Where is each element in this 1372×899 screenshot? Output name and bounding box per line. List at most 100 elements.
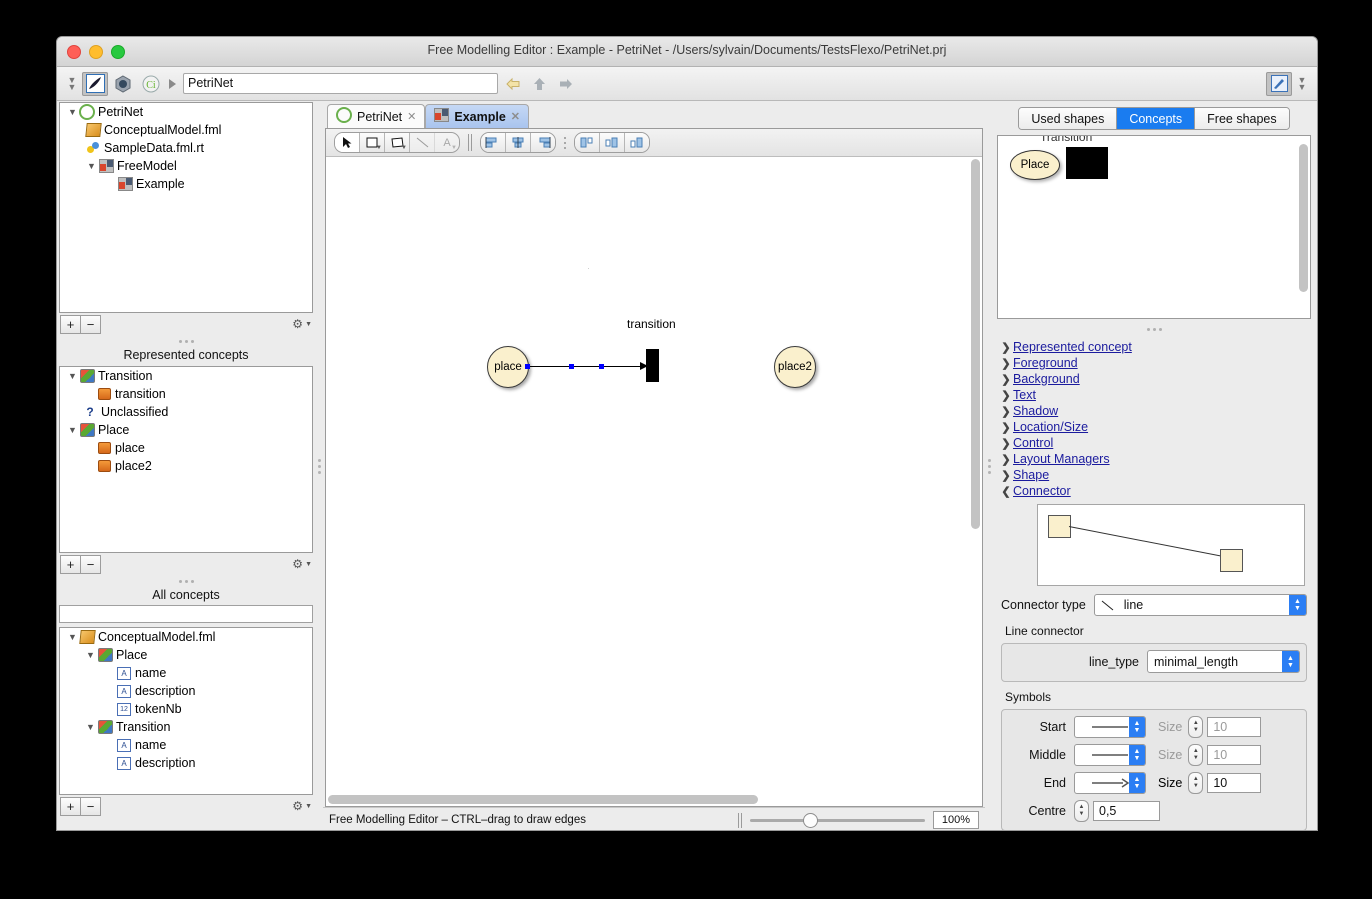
scrollbar-thumb[interactable] xyxy=(328,795,758,804)
tree-row[interactable]: ? Unclassified xyxy=(60,403,312,421)
twisty-down-icon[interactable]: ▼ xyxy=(84,722,97,732)
twisty-down-icon[interactable]: ▼ xyxy=(66,107,79,117)
remove-button[interactable]: − xyxy=(80,796,101,816)
section-shadow[interactable]: ❯ Shadow xyxy=(999,403,1313,419)
tree-row[interactable]: ConceptualModel.fml xyxy=(60,121,312,139)
add-button[interactable]: + xyxy=(60,554,81,574)
remove-button[interactable]: − xyxy=(80,314,101,334)
tree-row[interactable]: place2 xyxy=(60,457,312,475)
connector-type-select[interactable]: line ▲ ▼ xyxy=(1093,594,1307,616)
add-button[interactable]: + xyxy=(60,314,81,334)
section-connector[interactable]: ❮ Connector xyxy=(999,483,1313,499)
symbol-start-select[interactable]: ▲ ▼ xyxy=(1074,716,1146,738)
forward-arrow-icon[interactable] xyxy=(554,73,576,95)
gear-icon[interactable]: ⚙ ▼ xyxy=(292,317,312,331)
tree-row[interactable]: ▼ Transition xyxy=(60,718,312,736)
gear-icon[interactable]: ⚙ ▼ xyxy=(292,799,312,813)
section-background[interactable]: ❯ Background xyxy=(999,371,1313,387)
close-icon[interactable]: ✕ xyxy=(407,110,416,123)
right-vertical-splitter[interactable] xyxy=(985,101,993,830)
concept-icon[interactable]: Ci xyxy=(138,72,164,96)
inspector-splitter[interactable] xyxy=(995,323,1313,335)
symbol-end-select[interactable]: ▲ ▼ xyxy=(1074,772,1146,794)
section-label[interactable]: Represented concept xyxy=(1013,340,1132,354)
section-label[interactable]: Foreground xyxy=(1013,356,1078,370)
rectangle-icon[interactable]: ▼ xyxy=(360,133,385,152)
tree-row[interactable]: Example xyxy=(60,175,312,193)
centre-value[interactable]: 0,5 xyxy=(1093,801,1160,821)
tree-row[interactable]: A name xyxy=(60,664,312,682)
feather-editor-icon[interactable] xyxy=(82,71,108,96)
tab-example[interactable]: Example ✕ xyxy=(425,104,530,128)
expand-arrow-icon[interactable] xyxy=(169,78,176,89)
tree-row[interactable]: ▼ FreeModel xyxy=(60,157,312,175)
tree-row[interactable]: SampleData.fml.rt xyxy=(60,139,312,157)
tree-row[interactable]: 12 tokenNb xyxy=(60,700,312,718)
back-arrow-icon[interactable] xyxy=(502,73,524,95)
twisty-down-icon[interactable]: ▼ xyxy=(85,161,98,171)
section-represented-concept[interactable]: ❯ Represented concept xyxy=(999,339,1313,355)
palette-place-shape[interactable]: Place xyxy=(1010,150,1060,180)
tab-petrinet[interactable]: PetriNet ✕ xyxy=(327,104,426,128)
canvas-vertical-scrollbar[interactable] xyxy=(970,159,981,792)
project-tree[interactable]: ▼ PetriNet ConceptualModel.fml SampleDat… xyxy=(59,102,313,313)
diagram-node-transition[interactable] xyxy=(646,349,659,382)
stepper-icon[interactable]: ▲ ▼ xyxy=(1129,745,1145,765)
symbol-middle-select[interactable]: ▲ ▼ xyxy=(1074,744,1146,766)
tree-row[interactable]: A description xyxy=(60,754,312,772)
diagram-canvas[interactable]: place transition place2 xyxy=(326,157,982,806)
represented-concepts-tree[interactable]: ▼ Transition transition ? Unclassified ▼… xyxy=(59,366,313,553)
section-label[interactable]: Shadow xyxy=(1013,404,1058,418)
twisty-down-icon[interactable]: ▼ xyxy=(84,650,97,660)
twisty-down-icon[interactable]: ▼ xyxy=(66,632,79,642)
palette-scrollbar[interactable] xyxy=(1299,140,1308,314)
section-label[interactable]: Location/Size xyxy=(1013,420,1088,434)
line-icon[interactable] xyxy=(410,133,435,152)
tab-free-shapes[interactable]: Free shapes xyxy=(1195,108,1289,129)
polygon-icon[interactable]: ▼ xyxy=(385,133,410,152)
stepper-icon[interactable]: ▲ ▼ xyxy=(1282,651,1299,672)
align-center-icon[interactable] xyxy=(506,133,531,152)
stepper-icon[interactable]: ▲ ▼ xyxy=(1129,773,1145,793)
tab-concepts[interactable]: Concepts xyxy=(1117,108,1196,129)
symbol-middle-size-stepper[interactable]: ▲ ▼ xyxy=(1188,744,1204,766)
tree-row[interactable]: ▼ Place xyxy=(60,646,312,664)
distribute-bottom-icon[interactable] xyxy=(625,133,649,152)
stepper-icon[interactable]: ▲ ▼ xyxy=(1289,595,1306,615)
up-arrow-icon[interactable] xyxy=(528,73,550,95)
section-label[interactable]: Connector xyxy=(1013,484,1071,498)
zoom-slider-knob[interactable] xyxy=(803,812,818,828)
chevrons-down-icon[interactable]: ▼ ▼ xyxy=(63,73,81,95)
tree-row[interactable]: A name xyxy=(60,736,312,754)
remove-button[interactable]: − xyxy=(80,554,101,574)
stepper-icon[interactable]: ▲ ▼ xyxy=(1129,717,1145,737)
palette-transition-shape[interactable] xyxy=(1066,147,1108,179)
align-right-icon[interactable] xyxy=(531,133,555,152)
tree-row[interactable]: ▼ Place xyxy=(60,421,312,439)
diagram-node-place2[interactable]: place2 xyxy=(774,346,816,388)
scrollbar-thumb[interactable] xyxy=(971,159,980,529)
distribute-top-icon[interactable] xyxy=(575,133,600,152)
canvas-horizontal-scrollbar[interactable] xyxy=(328,794,968,805)
section-label[interactable]: Shape xyxy=(1013,468,1049,482)
tree-row[interactable]: ▼ PetriNet xyxy=(60,103,312,121)
left-vertical-splitter[interactable] xyxy=(315,101,323,830)
twisty-down-icon[interactable]: ▼ xyxy=(66,425,79,435)
symbol-end-size-value[interactable]: 10 xyxy=(1207,773,1262,793)
section-label[interactable]: Background xyxy=(1013,372,1080,386)
add-button[interactable]: + xyxy=(60,796,81,816)
model-icon[interactable] xyxy=(110,72,136,96)
edge-handle[interactable] xyxy=(569,364,574,369)
tree-row[interactable]: ▼ Transition xyxy=(60,367,312,385)
section-location-size[interactable]: ❯ Location/Size xyxy=(999,419,1313,435)
zoom-value[interactable]: 100% xyxy=(933,811,979,829)
align-left-icon[interactable] xyxy=(481,133,506,152)
all-concepts-tree[interactable]: ▼ ConceptualModel.fml ▼ Place A name A d… xyxy=(59,627,313,795)
tab-used-shapes[interactable]: Used shapes xyxy=(1019,108,1118,129)
close-icon[interactable]: ✕ xyxy=(511,110,520,123)
all-concepts-filter-input[interactable] xyxy=(59,605,313,623)
edge-handle[interactable] xyxy=(599,364,604,369)
centre-stepper[interactable]: ▲ ▼ xyxy=(1074,800,1089,822)
chevrons-down-icon[interactable]: ▼ ▼ xyxy=(1293,73,1311,95)
symbol-start-size-value[interactable]: 10 xyxy=(1207,717,1262,737)
